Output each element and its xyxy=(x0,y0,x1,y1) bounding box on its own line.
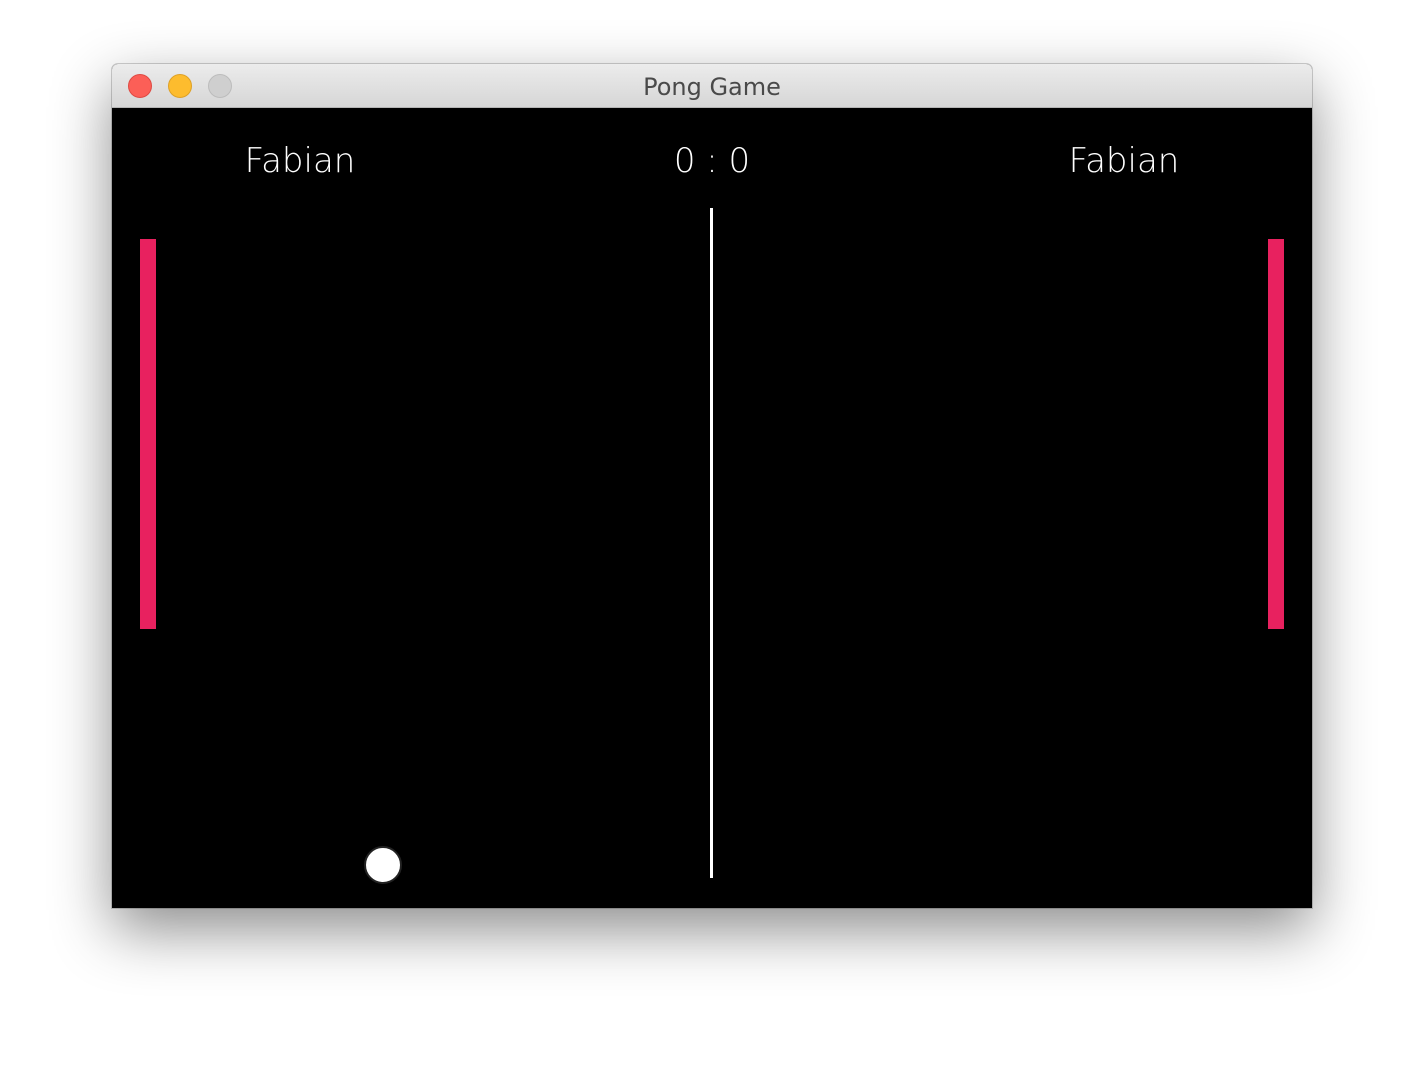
app-window: Pong Game Fabian 0 : 0 Fabian xyxy=(112,64,1312,908)
center-net xyxy=(710,208,713,878)
right-paddle xyxy=(1268,239,1284,629)
right-player-name: Fabian xyxy=(1068,141,1180,181)
title-bar[interactable]: Pong Game xyxy=(112,64,1312,108)
ball xyxy=(364,846,402,884)
left-paddle xyxy=(140,239,156,629)
left-player-name: Fabian xyxy=(244,141,356,181)
window-title: Pong Game xyxy=(643,73,781,101)
score-display: 0 : 0 xyxy=(673,141,751,181)
game-canvas[interactable]: Fabian 0 : 0 Fabian xyxy=(112,108,1312,908)
